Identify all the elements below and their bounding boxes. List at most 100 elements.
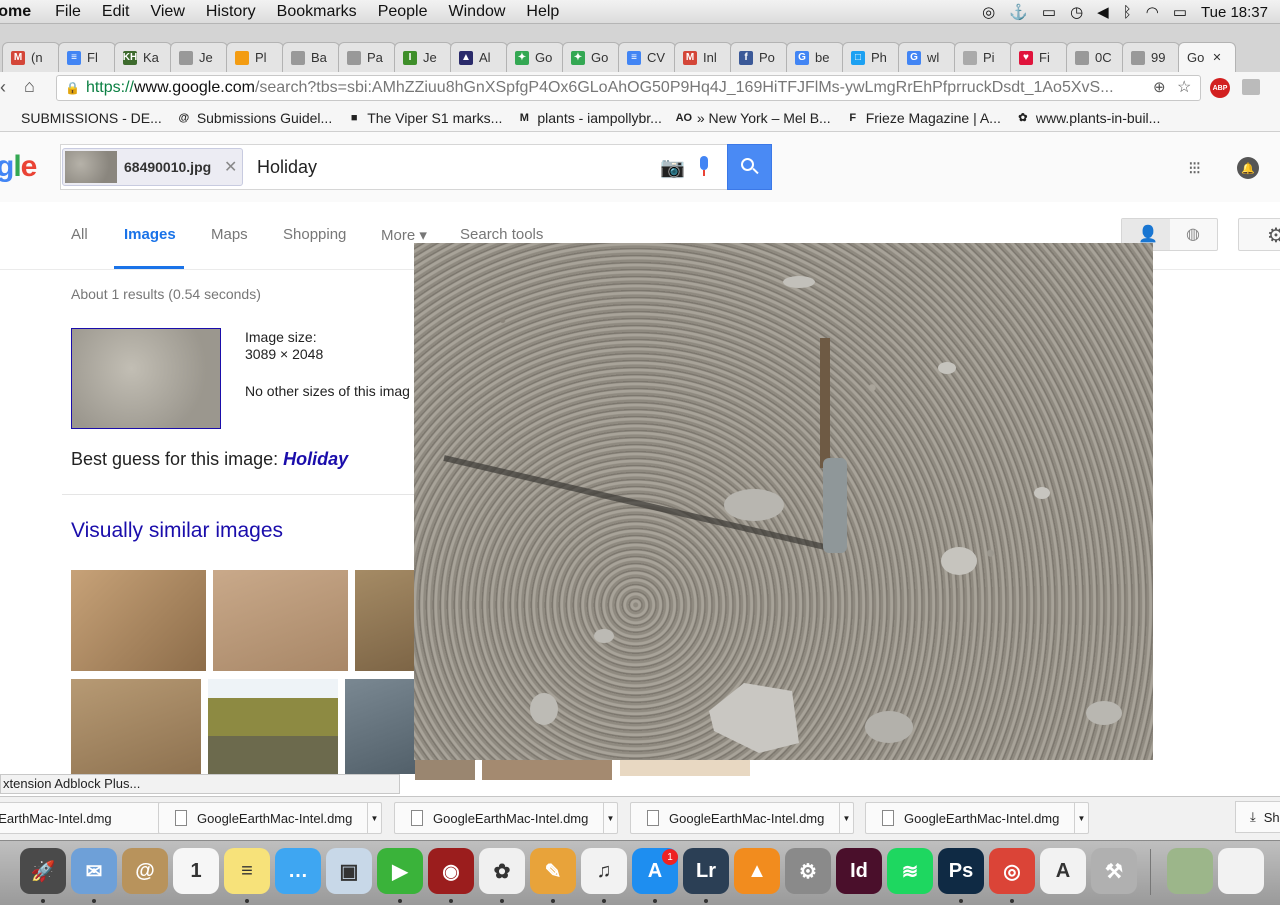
notes-icon[interactable]: ≡ [224,848,270,894]
browser-tab[interactable]: 0C [1066,42,1124,72]
browser-tab[interactable]: □ Ph [842,42,900,72]
download-menu-arrow[interactable]: ▼ [603,803,617,833]
messages-icon[interactable]: … [275,848,321,894]
browser-tab[interactable]: M Inl [674,42,732,72]
bookmark-item[interactable]: Mplants - iampollybr... [516,110,662,126]
photoshop-icon[interactable]: Ps [938,848,984,894]
download-item[interactable]: GoogleEarthMac-Intel.dmg ▼ [158,802,382,834]
pages-icon[interactable]: ✎ [530,848,576,894]
menu-view[interactable]: View [150,3,184,21]
similar-image[interactable] [345,679,415,774]
menu-history[interactable]: History [206,3,256,21]
download-item[interactable]: GoogleEarthMac-Intel.dmg ▼ [394,802,618,834]
tab-images[interactable]: Images [124,226,176,243]
system-preferences-icon[interactable]: ⚙ [785,848,831,894]
similar-image[interactable] [71,679,201,774]
indesign-icon[interactable]: Id [836,848,882,894]
tab-search-tools[interactable]: Search tools [460,226,543,243]
launchpad-icon[interactable]: 🚀 [20,848,66,894]
browser-tab[interactable]: Gbe [786,42,844,72]
person-icon[interactable]: 👤 [1138,224,1158,244]
tab-maps[interactable]: Maps [211,226,248,243]
browser-tab[interactable]: Gwl [898,42,956,72]
google-logo[interactable]: gle [0,150,37,184]
spotify-icon[interactable]: ≋ [887,848,933,894]
bookmark-item[interactable]: ✿ www.plants-in-buil... [1015,110,1160,126]
similar-image[interactable] [482,760,612,780]
script-utility-icon[interactable]: ⚒ [1091,848,1137,894]
menu-edit[interactable]: Edit [102,3,130,21]
browser-tab[interactable]: Je [170,42,228,72]
notifications-icon[interactable]: 🔔 [1237,157,1259,179]
search-button[interactable] [727,144,772,190]
tab-all[interactable]: All [71,226,88,243]
airplay-icon[interactable]: ▭ [1042,3,1056,21]
vlc-icon[interactable]: ▲ [734,848,780,894]
adblock-icon[interactable]: ABP [1210,78,1230,98]
menu-bookmarks[interactable]: Bookmarks [277,3,357,21]
browser-tab[interactable]: Pi [954,42,1012,72]
similar-image[interactable] [620,760,750,776]
browser-tab[interactable]: ≡ CV [618,42,676,72]
browser-tab[interactable]: 99 [1122,42,1180,72]
microphone-icon[interactable] [697,156,711,178]
creative-cloud-icon[interactable]: ◎ [982,3,995,21]
home-icon[interactable]: ⌂ [24,76,35,97]
settings-button[interactable]: ⚙ [1238,218,1280,251]
volume-icon[interactable]: ◀ [1097,3,1109,21]
browser-tab[interactable]: I Je [394,42,452,72]
browser-tab[interactable]: Ba [282,42,340,72]
browser-tab[interactable]: f Po [730,42,788,72]
photos-icon[interactable]: ✿ [479,848,525,894]
similar-image[interactable] [415,760,475,780]
bookmark-item[interactable]: ■ The Viper S1 marks... [346,110,502,126]
remove-image-icon[interactable]: ✕ [224,157,237,177]
similar-image[interactable] [71,570,206,671]
bookmark-item[interactable]: AO» New York – Mel B... [676,110,831,126]
apps-grid-icon[interactable]: ⁝⁝⁝ [1188,158,1201,179]
query-image-thumbnail[interactable] [71,328,221,429]
anchor-icon[interactable]: ⚓ [1009,3,1028,21]
wifi-icon[interactable]: ◠ [1146,3,1159,21]
browser-tab[interactable]: ▲ Al [450,42,508,72]
thumbnail-icon[interactable] [1167,848,1213,894]
extension-icon[interactable] [1242,79,1260,95]
browser-tab[interactable]: ✦ Go [506,42,564,72]
bookmark-item[interactable]: @ Submissions Guidel... [176,110,332,126]
browser-tab[interactable]: Pl [226,42,284,72]
chrome-icon[interactable]: ◎ [989,848,1035,894]
battery-icon[interactable]: ▭ [1173,3,1187,21]
bluetooth-icon[interactable]: ᛒ [1123,4,1132,21]
show-all-downloads[interactable]: ⤓ Sh [1235,801,1280,833]
image-hover-preview[interactable] [414,243,1153,760]
similar-image[interactable] [355,570,415,671]
photo-booth-icon[interactable]: ◉ [428,848,474,894]
mail-stamp-icon[interactable]: ✉ [71,848,117,894]
browser-tab[interactable]: M (n [2,42,60,72]
similar-image[interactable] [213,570,348,671]
browser-tab[interactable]: KH Ka [114,42,172,72]
download-menu-arrow[interactable]: ▼ [1074,803,1088,833]
camera-icon[interactable]: 📷 [660,155,685,180]
itunes-icon[interactable]: ♫ [581,848,627,894]
download-item[interactable]: GoogleEarthMac-Intel.dmg ▼ [865,802,1089,834]
browser-tab[interactable]: Go ✕ [1178,42,1236,72]
globe-icon[interactable]: ◍ [1186,224,1200,244]
bookmark-item[interactable]: SUBMISSIONS - DE... [0,110,162,126]
menu-people[interactable]: People [378,3,428,21]
preview-icon[interactable]: ▣ [326,848,372,894]
menu-window[interactable]: Window [449,3,506,21]
menu-file[interactable]: File [55,3,81,21]
app-menu[interactable]: rome [0,3,31,21]
search-input[interactable]: Holiday [257,157,317,178]
clock[interactable]: Tue 18:37 [1201,4,1268,21]
contacts-icon[interactable]: @ [122,848,168,894]
tab-more[interactable]: More ▾ [381,226,427,244]
download-menu-arrow[interactable]: ▼ [839,803,853,833]
similar-image[interactable] [208,679,338,774]
tab-shopping[interactable]: Shopping [283,226,346,243]
lightroom-icon[interactable]: Lr [683,848,729,894]
download-item[interactable]: GoogleEarthMac-Intel.dmg ▼ [630,802,854,834]
facetime-icon[interactable]: ▶ [377,848,423,894]
time-machine-icon[interactable]: ◷ [1070,3,1083,21]
